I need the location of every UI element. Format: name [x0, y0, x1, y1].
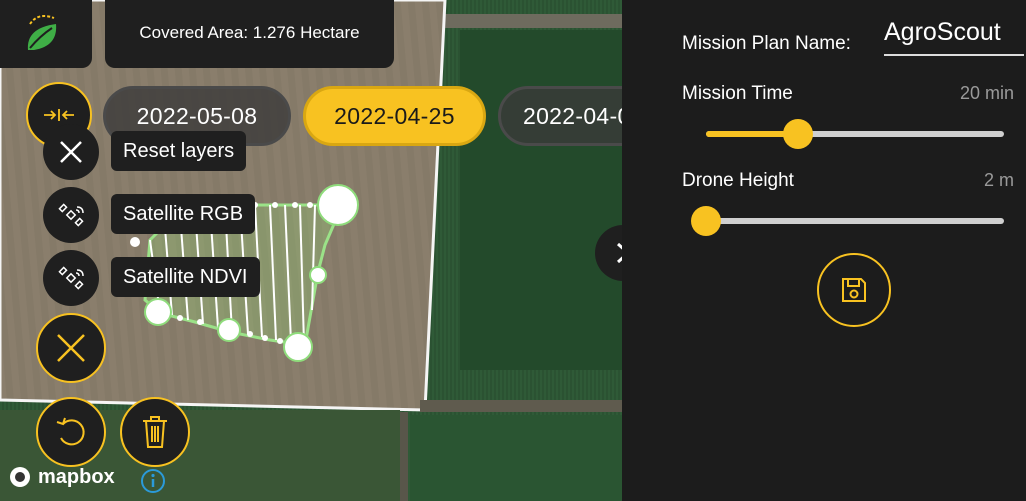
map-view[interactable]: Covered Area: 1.276 Hectare 2022-05-08 2… — [0, 0, 622, 501]
close-icon — [60, 141, 82, 163]
drone-height-thumb[interactable] — [691, 206, 721, 236]
date-pill-2022-04-05[interactable]: 2022-04-05 — [498, 86, 622, 146]
drone-height-value: 2 m — [983, 170, 1014, 190]
covered-area-display: Covered Area: 1.276 Hectare — [105, 0, 394, 68]
mission-time-label: Mission Time — [682, 83, 793, 104]
close-layers-button[interactable] — [36, 313, 106, 383]
mapbox-wordmark: mapbox — [38, 465, 115, 488]
satellite-ndvi-label[interactable]: Satellite NDVI — [111, 257, 260, 297]
drone-height-label: Drone Height — [682, 170, 794, 191]
compress-arrows-icon — [44, 109, 74, 121]
trash-icon — [143, 416, 167, 448]
date-pill-2022-04-25[interactable]: 2022-04-25 — [303, 86, 486, 146]
satellite-rgb-label[interactable]: Satellite RGB — [111, 194, 256, 234]
delete-button[interactable] — [120, 397, 190, 467]
save-button[interactable] — [817, 253, 891, 327]
mission-name-label: Mission Plan Name: — [682, 33, 851, 54]
satellite-ndvi-button[interactable] — [43, 250, 99, 306]
leaf-logo-icon — [27, 15, 57, 50]
satellite-icon — [58, 266, 84, 290]
mapbox-logo-icon — [10, 467, 30, 487]
undo-button[interactable] — [36, 397, 106, 467]
info-icon — [141, 469, 165, 493]
app-logo — [0, 0, 92, 68]
mission-settings-panel: Mission Plan Name: AgroScout Mission Tim… — [622, 0, 1026, 501]
mission-time-slider[interactable] — [706, 119, 1004, 149]
mission-time-value: 20 min — [959, 83, 1014, 103]
info-button[interactable] — [140, 468, 166, 499]
reset-layers-button[interactable] — [43, 124, 99, 180]
satellite-rgb-button[interactable] — [43, 187, 99, 243]
close-icon — [57, 334, 85, 362]
undo-icon — [56, 417, 85, 446]
mission-time-thumb[interactable] — [783, 119, 814, 149]
save-icon — [842, 278, 866, 302]
mission-name-input[interactable]: AgroScout — [884, 18, 1024, 56]
satellite-icon — [58, 203, 84, 227]
mapbox-attribution[interactable]: mapbox — [8, 465, 115, 489]
drone-height-slider[interactable] — [691, 206, 1004, 236]
reset-layers-label[interactable]: Reset layers — [111, 131, 247, 171]
